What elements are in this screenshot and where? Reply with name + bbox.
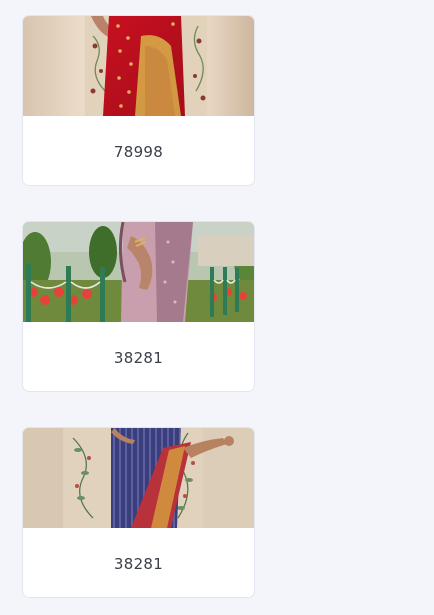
product-card[interactable]: 38281 <box>22 427 255 598</box>
product-code: 38281 <box>113 554 164 573</box>
product-image[interactable] <box>23 222 254 322</box>
product-image[interactable] <box>23 428 254 528</box>
product-card[interactable]: 38281 <box>22 221 255 392</box>
product-code: 38281 <box>113 348 164 367</box>
product-card[interactable]: 78998 <box>22 15 255 186</box>
product-image[interactable] <box>23 16 254 116</box>
product-code: 78998 <box>113 142 164 161</box>
